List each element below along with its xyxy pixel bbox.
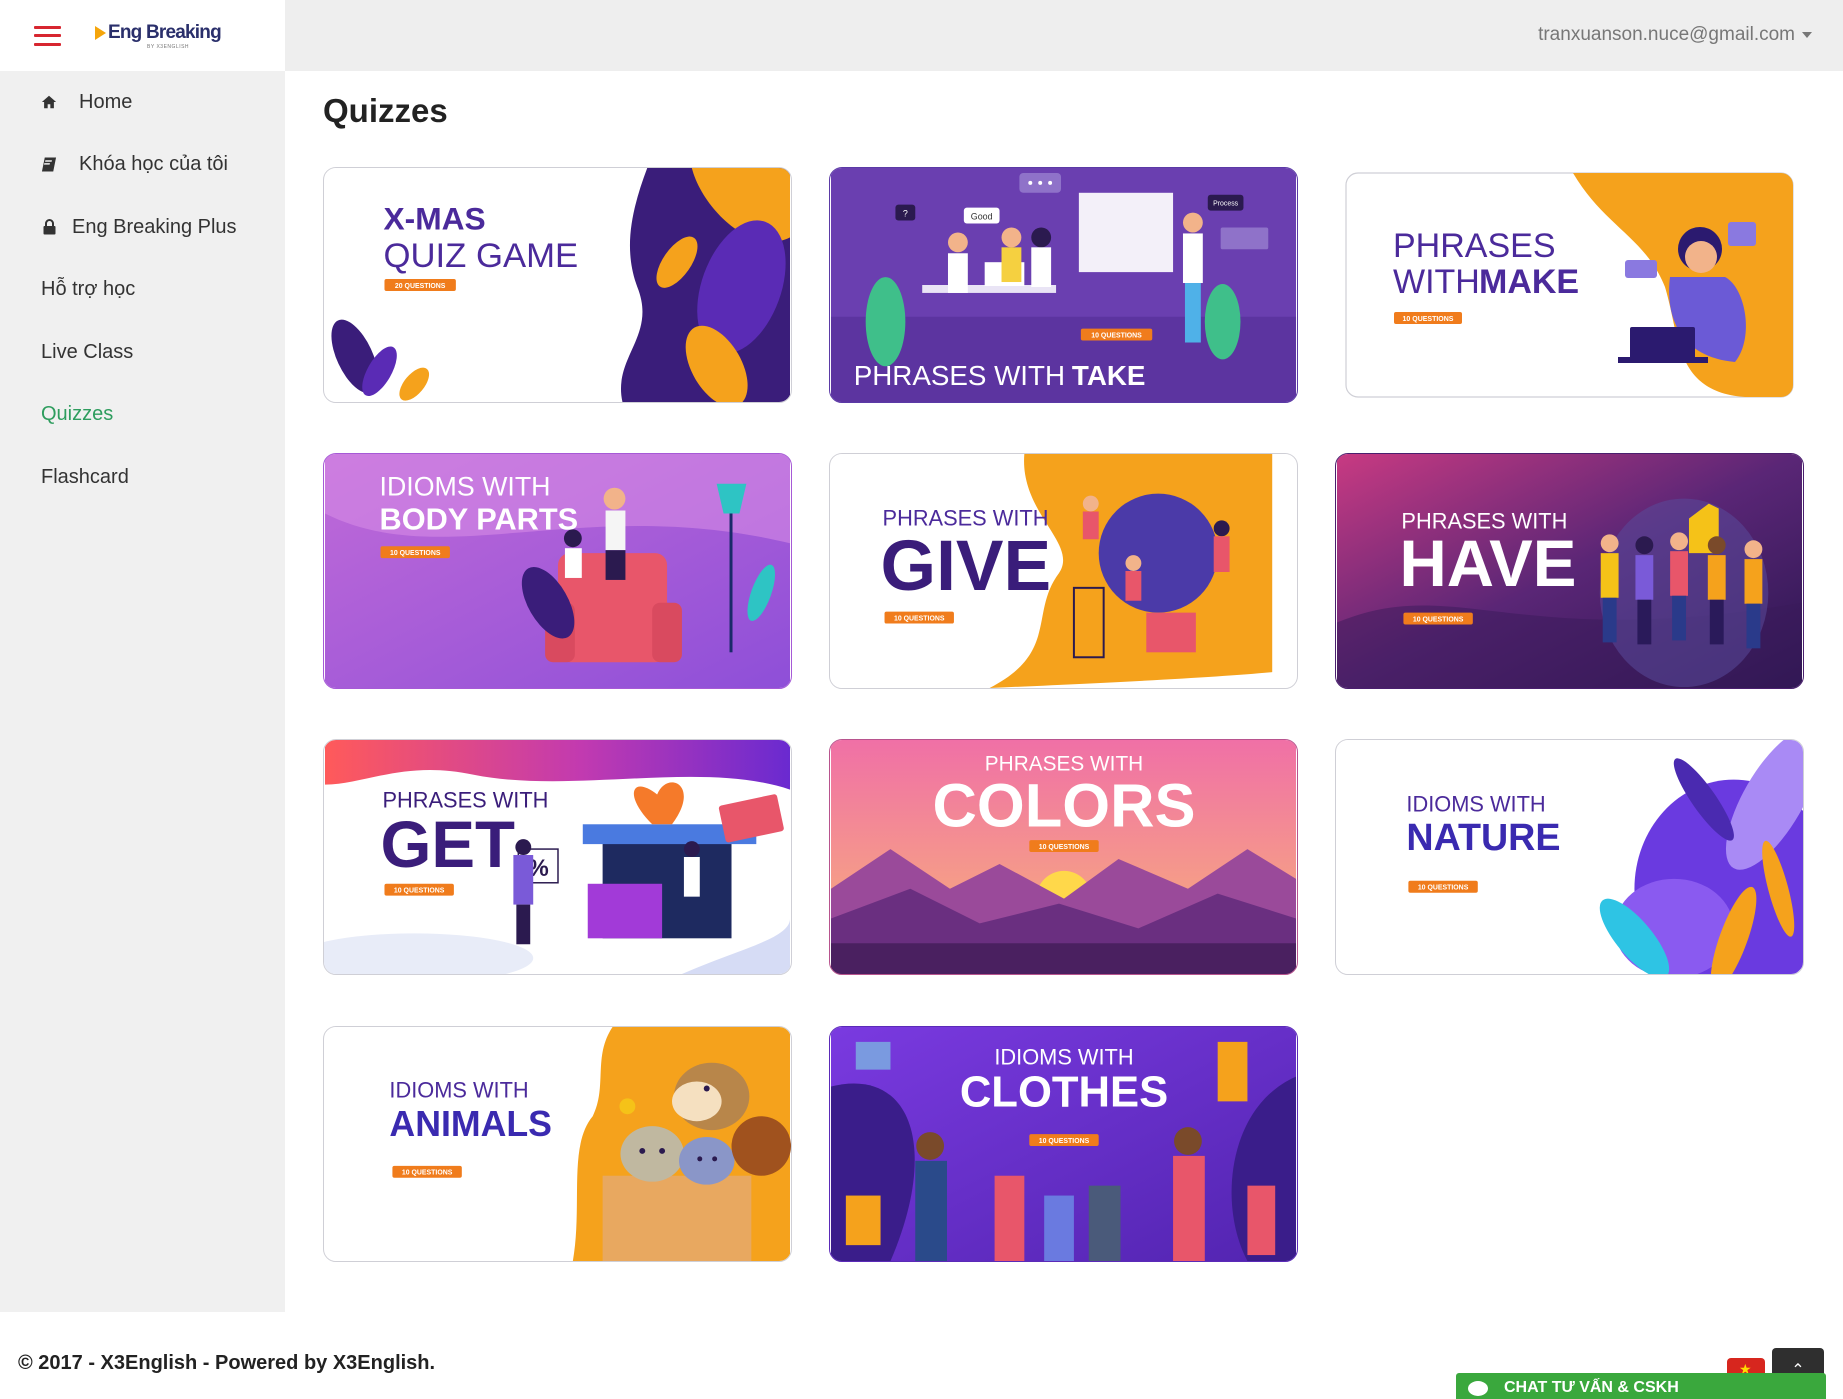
logo-text: Eng Breaking xyxy=(108,21,222,43)
sidebar-item-label: Khóa học của tôi xyxy=(79,153,228,176)
quiz-badge: 20 QUESTIONS xyxy=(395,283,446,290)
quiz-banner-have: PHRASES WITH HAVE 10 QUESTIONS xyxy=(1336,454,1803,688)
quiz-badge: 10 QUESTIONS xyxy=(1091,333,1142,340)
quiz-badge: 10 QUESTIONS xyxy=(1418,885,1469,892)
sidebar-item-label: Live Class xyxy=(41,340,134,363)
quiz-title-line2: NATURE xyxy=(1406,816,1560,858)
quiz-banner-body-parts: IDIOMS WITH BODY PARTS 10 QUESTIONS xyxy=(324,454,791,688)
speech-bubble-good: Good xyxy=(971,212,993,222)
page-title: Quizzes xyxy=(323,92,448,129)
book-icon xyxy=(41,156,57,174)
quiz-title-line2: HAVE xyxy=(1399,527,1576,600)
quiz-badge: 10 QUESTIONS xyxy=(1403,316,1454,323)
sidebar-item-study-support[interactable]: Hỗ trợ học xyxy=(0,259,285,322)
lock-icon xyxy=(41,218,57,236)
quiz-title-line2: GET xyxy=(381,808,516,881)
quiz-title-line1: IDIOMS WITH xyxy=(994,1045,1133,1070)
logo-arrow-icon xyxy=(95,25,106,40)
quiz-card-animals[interactable]: IDIOMS WITH ANIMALS 10 QUESTIONS xyxy=(323,1026,792,1262)
sidebar-nav: Home Khóa học của tôi Eng Breaking Plus … xyxy=(0,71,285,509)
quiz-card-get[interactable]: % PHRASES WITH GET 10 QUESTIONS xyxy=(323,739,792,975)
quiz-banner-animals: IDIOMS WITH ANIMALS 10 QUESTIONS xyxy=(324,1027,791,1261)
quiz-title-line2: WITH xyxy=(1393,263,1480,301)
quiz-card-xmas[interactable]: X-MAS QUIZ GAME 20 QUESTIONS xyxy=(323,167,792,403)
sidebar-item-label: Flashcard xyxy=(41,465,129,488)
quiz-badge: 10 QUESTIONS xyxy=(894,616,945,623)
quiz-title-line2: CLOTHES xyxy=(960,1068,1168,1116)
chat-support-button[interactable]: CHAT TƯ VẤN & CSKH xyxy=(1456,1373,1826,1399)
quiz-banner-give: PHRASES WITH GIVE 10 QUESTIONS xyxy=(830,454,1297,688)
sidebar-item-label: Hỗ trợ học xyxy=(41,278,136,301)
top-bar: tranxuanson.nuce@gmail.com xyxy=(285,0,1843,71)
quiz-card-make[interactable]: PHRASES WITH MAKE 10 QUESTIONS xyxy=(1335,167,1804,403)
quiz-card-body-parts[interactable]: IDIOMS WITH BODY PARTS 10 QUESTIONS xyxy=(323,453,792,689)
hamburger-menu-icon[interactable] xyxy=(34,25,61,46)
sidebar-item-flashcard[interactable]: Flashcard xyxy=(0,446,285,509)
quiz-title-line1: X-MAS xyxy=(383,200,485,236)
quiz-title-line2: ANIMALS xyxy=(389,1104,552,1144)
user-email: tranxuanson.nuce@gmail.com xyxy=(1538,24,1795,45)
quiz-card-have[interactable]: PHRASES WITH HAVE 10 QUESTIONS xyxy=(1335,453,1804,689)
quiz-banner-clothes: IDIOMS WITH CLOTHES 10 QUESTIONS xyxy=(830,1027,1297,1261)
sidebar-item-my-courses[interactable]: Khóa học của tôi xyxy=(0,134,285,197)
speech-bubble-process: Process xyxy=(1213,201,1239,208)
sidebar: Eng Breaking BY X3ENGLISH Home Khóa học … xyxy=(0,0,285,1312)
user-account-dropdown[interactable]: tranxuanson.nuce@gmail.com xyxy=(1538,24,1812,46)
quiz-title-line1: PHRASES WITH xyxy=(854,360,1065,391)
quiz-badge: 10 QUESTIONS xyxy=(402,1170,453,1177)
quiz-title-line3: MAKE xyxy=(1479,263,1579,301)
sidebar-item-live-class[interactable]: Live Class xyxy=(0,321,285,384)
sidebar-item-eng-breaking-plus[interactable]: Eng Breaking Plus xyxy=(0,196,285,259)
eng-breaking-logo[interactable]: Eng Breaking BY X3ENGLISH xyxy=(95,21,222,50)
brand-bar: Eng Breaking BY X3ENGLISH xyxy=(0,0,285,71)
chat-support-label: CHAT TƯ VẤN & CSKH xyxy=(1504,1379,1679,1396)
chat-bubble-icon xyxy=(1468,1380,1488,1396)
sidebar-item-home[interactable]: Home xyxy=(0,71,285,134)
caret-down-icon xyxy=(1802,32,1812,38)
quiz-title-line2: GIVE xyxy=(881,526,1052,606)
quiz-title-line1: IDIOMS WITH xyxy=(389,1077,528,1102)
quiz-title-line1: IDIOMS WITH xyxy=(1406,791,1545,816)
quiz-title-line2: COLORS xyxy=(933,771,1196,840)
quiz-card-nature[interactable]: IDIOMS WITH NATURE 10 QUESTIONS xyxy=(1335,739,1804,975)
quiz-banner-take: ? Good Process 10 QUESTIONS PHRASES WITH… xyxy=(830,168,1297,402)
footer-copyright: © 2017 - X3English - Powered by X3Englis… xyxy=(18,1352,436,1374)
quiz-card-give[interactable]: PHRASES WITH GIVE 10 QUESTIONS xyxy=(829,453,1298,689)
quiz-badge: 10 QUESTIONS xyxy=(1039,1138,1090,1145)
quiz-badge: 10 QUESTIONS xyxy=(1413,617,1464,624)
quiz-banner-make: PHRASES WITH MAKE 10 QUESTIONS xyxy=(1335,167,1804,403)
quiz-title-line1: IDIOMS WITH xyxy=(380,472,551,502)
quiz-banner-xmas: X-MAS QUIZ GAME 20 QUESTIONS xyxy=(324,168,791,402)
quiz-badge: 10 QUESTIONS xyxy=(1039,844,1090,851)
quiz-banner-colors: PHRASES WITH COLORS 10 QUESTIONS xyxy=(830,740,1297,974)
sidebar-item-quizzes[interactable]: Quizzes xyxy=(0,384,285,447)
sidebar-item-label: Eng Breaking Plus xyxy=(72,215,237,238)
quiz-badge: 10 QUESTIONS xyxy=(394,888,445,895)
logo-subtext: BY X3ENGLISH xyxy=(147,43,190,50)
quiz-card-colors[interactable]: PHRASES WITH COLORS 10 QUESTIONS xyxy=(829,739,1298,975)
quiz-badge: 10 QUESTIONS xyxy=(390,550,441,557)
quiz-card-take[interactable]: ? Good Process 10 QUESTIONS PHRASES WITH… xyxy=(829,167,1298,403)
home-icon xyxy=(41,93,57,111)
quiz-title-line2: QUIZ GAME xyxy=(383,237,578,275)
quiz-title-line1: PHRASES xyxy=(1393,227,1556,265)
sidebar-item-label: Home xyxy=(79,90,133,113)
quiz-title-line2: BODY PARTS xyxy=(380,501,579,536)
quiz-banner-nature: IDIOMS WITH NATURE 10 QUESTIONS xyxy=(1336,740,1803,974)
speech-bubble-question: ? xyxy=(903,209,908,219)
sidebar-item-label: Quizzes xyxy=(41,403,114,426)
quiz-card-clothes[interactable]: IDIOMS WITH CLOTHES 10 QUESTIONS xyxy=(829,1026,1298,1262)
quiz-banner-get: % PHRASES WITH GET 10 QUESTIONS xyxy=(324,740,791,974)
quiz-title-line2: TAKE xyxy=(1072,360,1145,391)
